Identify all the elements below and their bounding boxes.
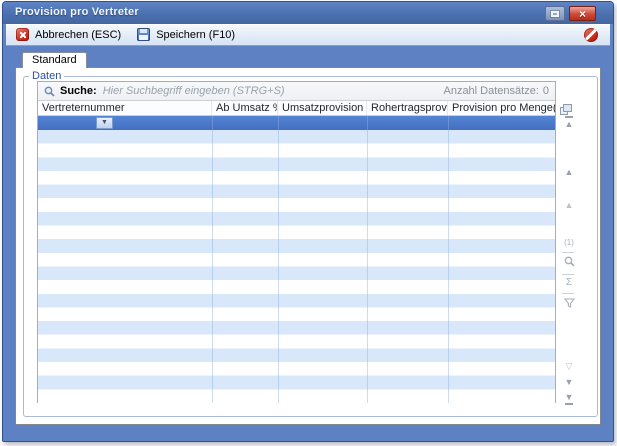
save-button-label: Speichern (F10): [156, 29, 235, 41]
record-count: Anzahl Datensätze: 0: [443, 85, 549, 97]
page-up-icon[interactable]: ▲: [560, 167, 578, 177]
zoom-icon[interactable]: [560, 256, 578, 267]
titlebar[interactable]: Provision pro Vertreter ×: [3, 2, 613, 24]
cancel-button[interactable]: Abbrechen (ESC): [16, 28, 121, 41]
data-grid: Suche: Hier Suchbegriff eingeben (STRG+S…: [37, 81, 556, 403]
save-icon: [137, 28, 150, 41]
selected-row[interactable]: ▼: [38, 116, 555, 130]
search-label: Suche:: [60, 85, 97, 97]
close-icon: ×: [579, 8, 586, 20]
row-up-icon[interactable]: ▲: [560, 200, 578, 210]
grid-header: VertreternummerAb Umsatz %Umsatzprovisio…: [38, 101, 555, 116]
page-down-icon[interactable]: ▼: [560, 377, 578, 387]
toolbar: Abbrechen (ESC) Speichern (F10): [6, 24, 610, 46]
column-header[interactable]: Ab Umsatz %: [212, 101, 278, 116]
column-header[interactable]: Rohertragsprovision: [367, 101, 448, 116]
column-divider: [212, 116, 213, 403]
tab-content-panel: Daten Suche: Hier Suchbegriff eingeben (…: [15, 67, 601, 425]
rail-divider: [562, 293, 574, 294]
record-count-value: 0: [543, 85, 549, 97]
record-count-label: Anzahl Datensätze:: [443, 85, 538, 97]
close-button[interactable]: ×: [569, 6, 596, 21]
cancel-button-label: Abbrechen (ESC): [35, 29, 121, 41]
filter-icon[interactable]: [560, 298, 578, 308]
grid-body[interactable]: ▼: [38, 116, 555, 403]
empty-rows[interactable]: [38, 130, 555, 403]
rail-divider: [562, 274, 574, 275]
column-divider: [278, 116, 279, 403]
abort-icon[interactable]: [584, 28, 598, 42]
row-dropdown-button[interactable]: ▼: [96, 117, 113, 129]
row-down-icon[interactable]: ▽: [560, 361, 578, 371]
search-input[interactable]: Suche: Hier Suchbegriff eingeben (STRG+S…: [38, 82, 555, 101]
groupbox-daten: Daten Suche: Hier Suchbegriff eingeben (…: [23, 76, 598, 417]
cancel-icon: [16, 28, 29, 41]
scroll-to-bottom-icon[interactable]: ▼: [560, 392, 578, 405]
tab-standard[interactable]: Standard: [22, 52, 87, 68]
column-divider: [448, 116, 449, 403]
restore-icon: [551, 11, 559, 17]
search-icon: [44, 86, 55, 97]
dialog-window: Provision pro Vertreter × Abbrechen (ESC…: [2, 1, 614, 442]
save-button[interactable]: Speichern (F10): [137, 28, 235, 41]
count-icon[interactable]: (1): [560, 238, 578, 248]
sum-icon[interactable]: Σ: [560, 278, 578, 288]
restore-button[interactable]: [545, 6, 565, 21]
window-title: Provision pro Vertreter: [15, 6, 139, 18]
search-placeholder: Hier Suchbegriff eingeben (STRG+S): [103, 85, 285, 97]
column-header[interactable]: Provision pro Menge(Einheit): [448, 101, 555, 116]
column-divider: [367, 116, 368, 403]
column-header[interactable]: Vertreternummer: [38, 101, 212, 116]
scroll-to-top-icon[interactable]: ▲: [560, 116, 578, 129]
rail-divider: [562, 252, 574, 253]
column-header[interactable]: Umsatzprovision: [278, 101, 367, 116]
